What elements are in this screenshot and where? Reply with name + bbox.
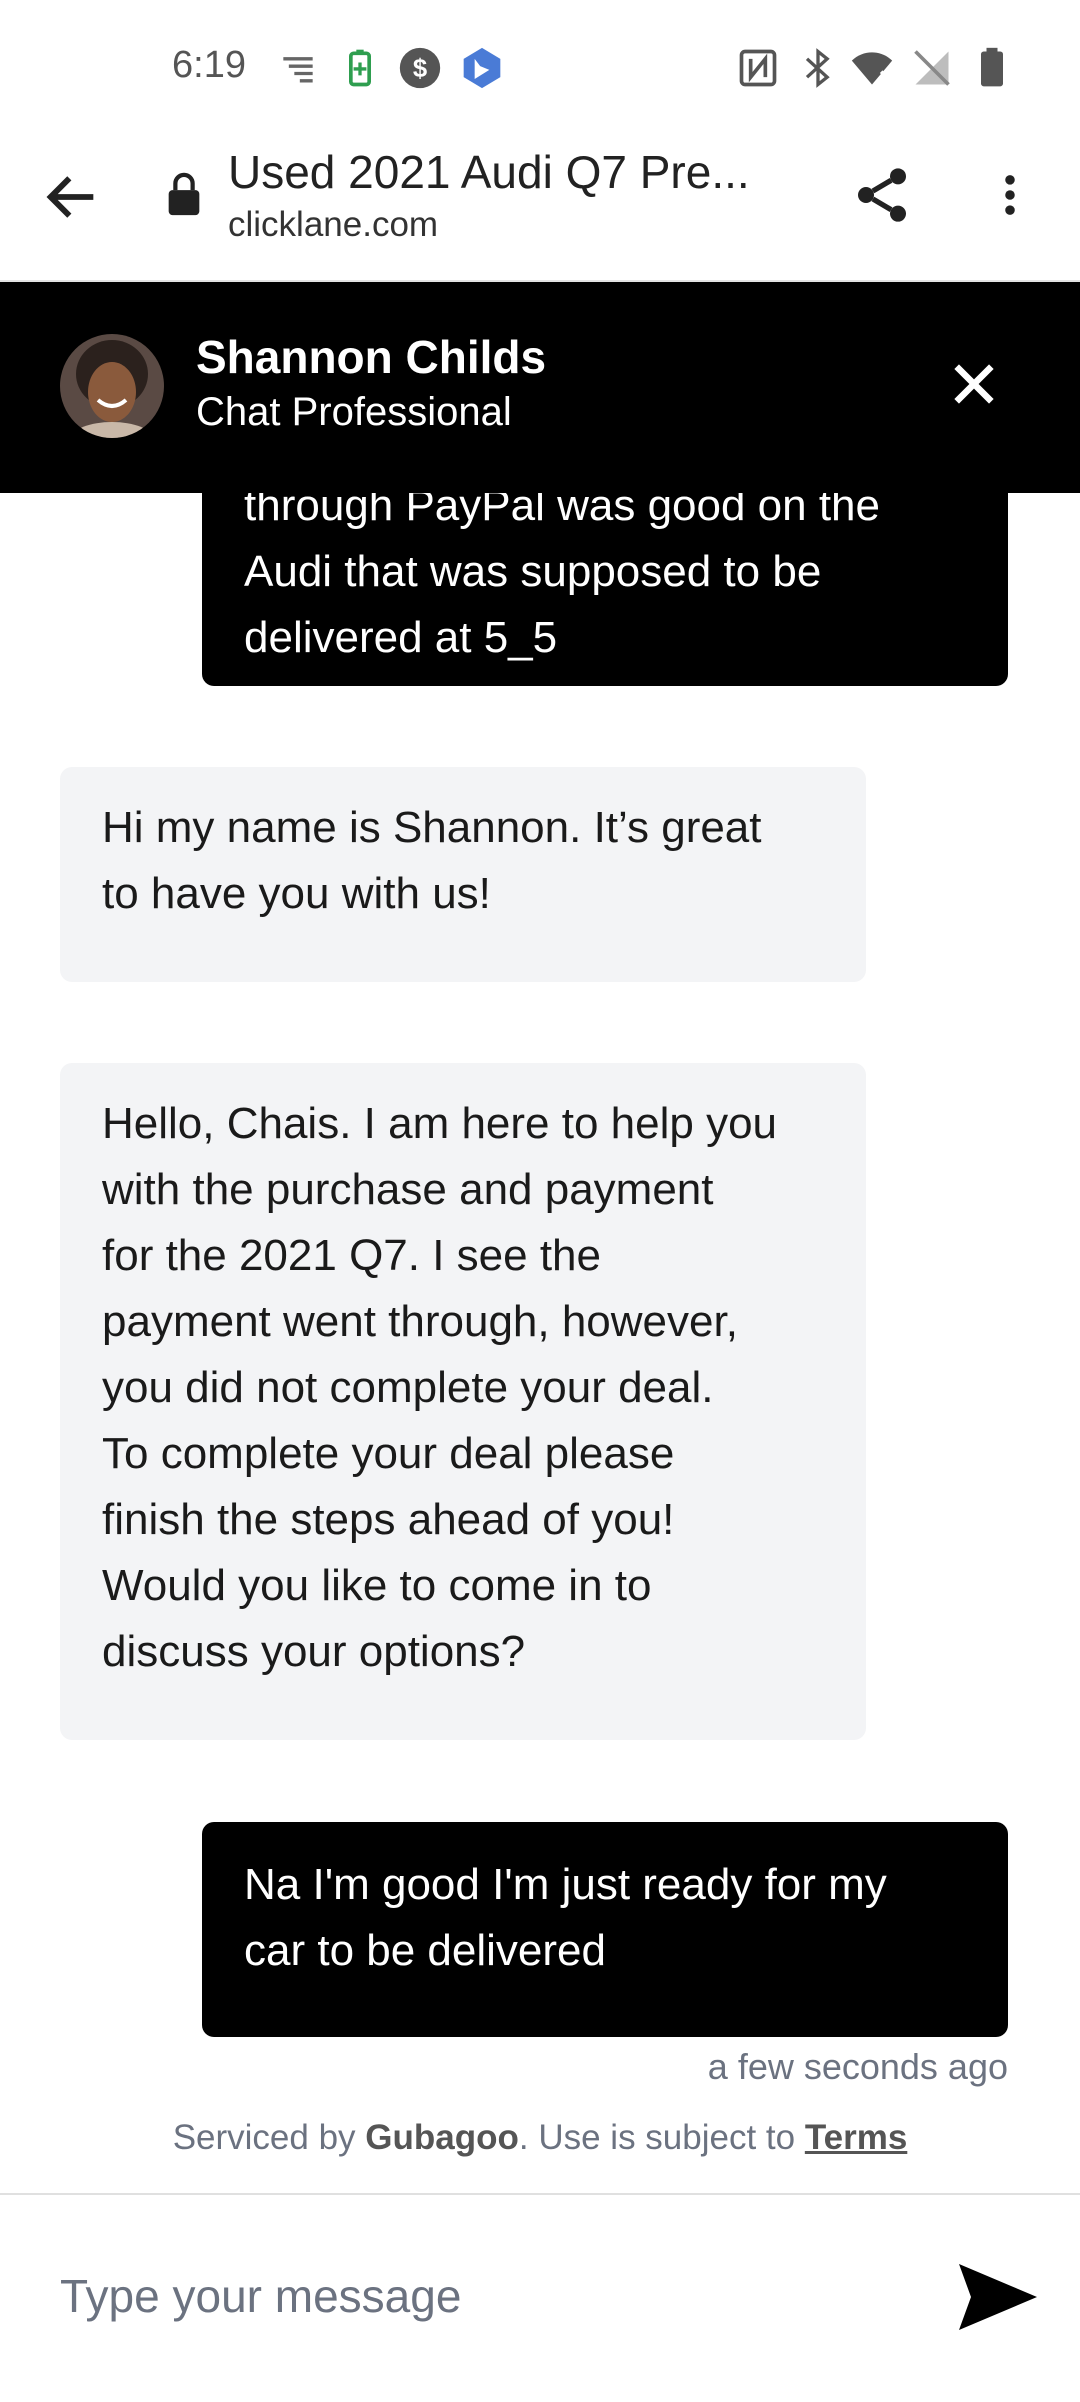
user-message: Na I'm good I'm just ready for my car to… bbox=[202, 1822, 1008, 2037]
dollar-circle-icon: $ bbox=[399, 47, 441, 89]
message-input[interactable] bbox=[58, 2245, 922, 2347]
send-icon[interactable] bbox=[956, 2259, 1040, 2335]
battery-saver-icon bbox=[349, 49, 371, 87]
share-icon[interactable] bbox=[850, 163, 914, 227]
lock-icon[interactable] bbox=[166, 171, 202, 217]
agent-name: Shannon Childs bbox=[196, 331, 547, 383]
back-arrow-icon[interactable] bbox=[40, 165, 104, 229]
more-options-icon[interactable] bbox=[984, 163, 1036, 227]
terms-link[interactable]: Terms bbox=[805, 2118, 907, 2157]
wifi-icon bbox=[851, 52, 893, 85]
message-timestamp: a few seconds ago bbox=[707, 2046, 1008, 2087]
bluetooth-icon bbox=[805, 48, 830, 88]
status-bar: 6:19 $ bbox=[0, 0, 1080, 135]
avatar bbox=[60, 334, 164, 438]
service-note: Serviced by Gubagoo. Use is subject to T… bbox=[0, 2118, 1080, 2158]
bing-icon bbox=[463, 47, 501, 89]
close-icon[interactable] bbox=[948, 358, 1000, 410]
no-signal-icon bbox=[914, 50, 950, 86]
message-composer bbox=[0, 2193, 1080, 2402]
agent-role: Chat Professional bbox=[196, 390, 512, 434]
svg-text:$: $ bbox=[413, 55, 427, 83]
agent-photo bbox=[60, 334, 164, 438]
message-text: Na I'm good I'm just ready for my car to… bbox=[244, 1860, 887, 1975]
nfc-icon bbox=[739, 49, 777, 87]
agent-message: Hi my name is Shannon. It’s great to hav… bbox=[60, 767, 866, 982]
message-text: through PayPal was good on the Audi that… bbox=[244, 493, 881, 662]
user-message: through PayPal was good on the Audi that… bbox=[202, 493, 1008, 686]
gubagoo-link[interactable]: Gubagoo bbox=[365, 2118, 519, 2157]
browser-toolbar: Used 2021 Audi Q7 Pre... clicklane.com bbox=[0, 135, 1080, 282]
message-text: Hello, Chais. I am here to help you with… bbox=[102, 1099, 778, 1676]
service-middle: . Use is subject to bbox=[518, 2118, 805, 2157]
message-text: Hi my name is Shannon. It’s great to hav… bbox=[102, 803, 762, 918]
service-prefix: Serviced by bbox=[172, 2118, 366, 2157]
chat-messages[interactable]: through PayPal was good on the Audi that… bbox=[0, 493, 1080, 2195]
page-title[interactable]: Used 2021 Audi Q7 Pre... bbox=[228, 145, 750, 199]
sort-lines-icon bbox=[283, 57, 313, 83]
agent-message: Hello, Chais. I am here to help you with… bbox=[60, 1063, 866, 1740]
status-time: 6:19 bbox=[172, 44, 246, 86]
chat-header: Shannon Childs Chat Professional bbox=[0, 282, 1080, 493]
battery-icon bbox=[981, 47, 1003, 87]
page-url[interactable]: clicklane.com bbox=[228, 205, 438, 245]
